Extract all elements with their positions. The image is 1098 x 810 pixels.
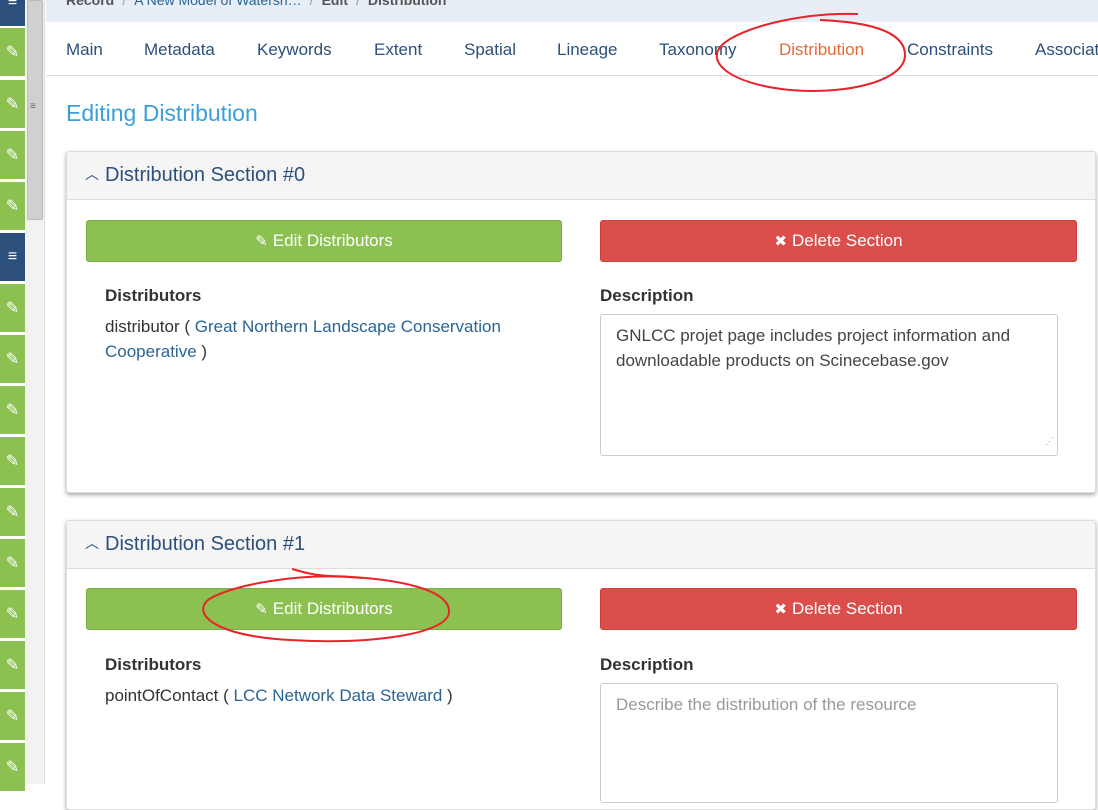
tab-associated[interactable]: Associat — [1035, 40, 1098, 60]
edit-distributors-button[interactable]: ✎ Edit Distributors — [86, 588, 562, 630]
distribution-section-panel: ︿ Distribution Section #0 ✎ Edit Distribut… — [66, 151, 1096, 493]
breadcrumb-record[interactable]: Record — [66, 0, 114, 8]
breadcrumb-separator: / — [122, 0, 127, 8]
description-label: Description — [600, 655, 694, 674]
pencil-icon: ✎ — [255, 601, 268, 618]
edit-distributors-button[interactable]: ✎ Edit Distributors — [86, 220, 562, 262]
page-title: Editing Distribution — [66, 100, 258, 126]
distributor-role: pointOfContact — [105, 686, 219, 705]
pencil-icon[interactable]: ✎ — [0, 641, 25, 691]
breadcrumb-separator: / — [356, 0, 360, 8]
breadcrumb: Record / A New Model of Watersh… / Edit / Dist… — [66, 0, 446, 8]
section-header[interactable]: ︿ Distribution Section #0 — [67, 152, 1095, 200]
delete-section-button[interactable]: ✖ Delete Section — [600, 588, 1077, 630]
delete-section-label: Delete Section — [792, 599, 903, 618]
list-icon[interactable]: ≡ — [0, 0, 25, 28]
tab-constraints[interactable]: Constraints — [907, 40, 993, 60]
times-icon: ✖ — [774, 601, 787, 618]
splitter-grip-icon[interactable]: ≡ — [30, 102, 40, 112]
tab-distribution[interactable]: Distribution — [779, 40, 864, 60]
side-toolbar: ≡ ✎ ✎ ✎ ✎ ≡ ✎ ✎ ✎ ✎ ✎ ✎ ✎ ✎ ✎ ✎ — [0, 0, 25, 793]
chevron-up-icon[interactable]: ︿ — [85, 166, 99, 182]
pencil-icon[interactable]: ✎ — [0, 539, 25, 589]
distributors-label: Distributors — [105, 655, 202, 674]
pencil-icon[interactable]: ✎ — [0, 437, 25, 487]
description-text: GNLCC projet page includes project infor… — [616, 326, 1011, 370]
tab-spatial[interactable]: Spatial — [464, 40, 516, 60]
resize-grip-icon[interactable]: ⋰ — [1045, 429, 1054, 454]
list-icon[interactable]: ≡ — [0, 233, 25, 283]
pencil-icon[interactable]: ✎ — [0, 488, 25, 538]
tab-taxonomy[interactable]: Taxonomy — [659, 40, 736, 60]
pencil-icon[interactable]: ✎ — [0, 80, 25, 130]
pencil-icon[interactable]: ✎ — [0, 131, 25, 181]
tab-bar: Main Metadata Keywords Extent Spatial Li… — [46, 26, 1098, 76]
header: Record / A New Model of Watersh… / Edit / Dist… — [46, 0, 1098, 76]
distribution-section-panel: ︿ Distribution Section #1 ✎ Edit Distribut… — [66, 520, 1096, 810]
description-textarea[interactable]: GNLCC projet page includes project infor… — [600, 314, 1058, 456]
pencil-icon[interactable]: ✎ — [0, 386, 25, 436]
pencil-icon[interactable]: ✎ — [0, 284, 25, 334]
pencil-icon[interactable]: ✎ — [0, 692, 25, 742]
delete-section-button[interactable]: ✖ Delete Section — [600, 220, 1077, 262]
tab-extent[interactable]: Extent — [374, 40, 422, 60]
breadcrumb-record-title[interactable]: A New Model of Watersh… — [134, 0, 302, 8]
delete-section-label: Delete Section — [792, 231, 903, 250]
chevron-up-icon[interactable]: ︿ — [85, 535, 99, 551]
section-header[interactable]: ︿ Distribution Section #1 — [67, 521, 1095, 569]
breadcrumb-edit[interactable]: Edit — [322, 0, 348, 8]
pencil-icon[interactable]: ✎ — [0, 28, 25, 78]
distributor-entry: pointOfContact ( LCC Network Data Stewar… — [105, 686, 453, 705]
description-label: Description — [600, 286, 694, 305]
tab-metadata[interactable]: Metadata — [144, 40, 215, 60]
tab-main[interactable]: Main — [66, 40, 103, 60]
tab-keywords[interactable]: Keywords — [257, 40, 332, 60]
distributor-entry: distributor ( Great Northern Landscape C… — [105, 317, 501, 361]
distributors-label: Distributors — [105, 286, 202, 305]
distributor-role: distributor — [105, 317, 180, 336]
section-title: Distribution Section #0 — [105, 164, 306, 186]
breadcrumb-current: Distribution — [367, 0, 447, 8]
distributor-organization-link[interactable]: LCC Network Data Steward — [234, 686, 443, 705]
pencil-icon[interactable]: ✎ — [0, 335, 25, 385]
pencil-icon[interactable]: ✎ — [0, 182, 25, 232]
edit-distributors-label: Edit Distributors — [272, 231, 393, 250]
breadcrumb-separator: / — [309, 0, 314, 8]
breadcrumb-bar: Record / A New Model of Watersh… / Edit / Dist… — [46, 0, 1098, 22]
description-textarea[interactable]: Describe the distribution of the resourc… — [600, 683, 1058, 803]
pencil-icon[interactable]: ✎ — [0, 590, 25, 640]
tab-lineage[interactable]: Lineage — [557, 40, 618, 60]
pencil-icon[interactable]: ✎ — [0, 743, 25, 793]
times-icon: ✖ — [774, 233, 787, 250]
description-placeholder: Describe the distribution of the resourc… — [616, 695, 917, 714]
section-title: Distribution Section #1 — [105, 533, 306, 555]
edit-distributors-label: Edit Distributors — [272, 599, 393, 618]
pencil-icon: ✎ — [255, 233, 268, 250]
